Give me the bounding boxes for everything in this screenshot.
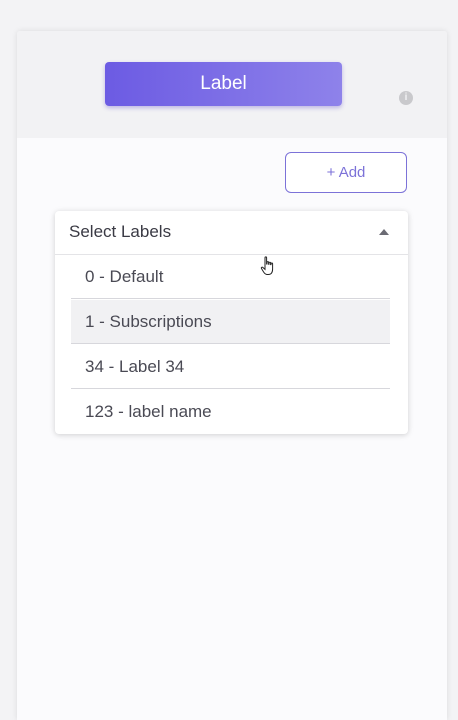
hand-pointer-cursor-icon xyxy=(260,256,274,275)
dropdown-option-highlighted[interactable]: 1 - Subscriptions xyxy=(71,300,390,344)
select-labels-dropdown: Select Labels 0 - Default 1 - Subscripti… xyxy=(55,211,408,434)
select-labels-trigger[interactable]: Select Labels xyxy=(55,211,408,255)
add-button[interactable]: + Add xyxy=(285,152,407,193)
option-label: 34 - Label 34 xyxy=(85,356,185,376)
panel-header: Label i xyxy=(17,31,447,138)
dropdown-option[interactable]: 123 - label name xyxy=(71,390,390,434)
label-panel: Label i + Add Select Labels 0 - Default … xyxy=(17,31,447,720)
label-button[interactable]: Label xyxy=(105,62,342,106)
option-label: 0 - Default xyxy=(85,266,164,286)
option-label: 123 - label name xyxy=(85,402,212,421)
dropdown-option[interactable]: 34 - Label 34 xyxy=(71,345,390,389)
info-icon[interactable]: i xyxy=(399,91,413,105)
select-labels-placeholder: Select Labels xyxy=(69,222,172,241)
option-label: 1 - Subscriptions xyxy=(85,311,212,331)
caret-up-icon[interactable] xyxy=(379,229,389,235)
dropdown-option[interactable]: 0 - Default xyxy=(71,255,390,299)
